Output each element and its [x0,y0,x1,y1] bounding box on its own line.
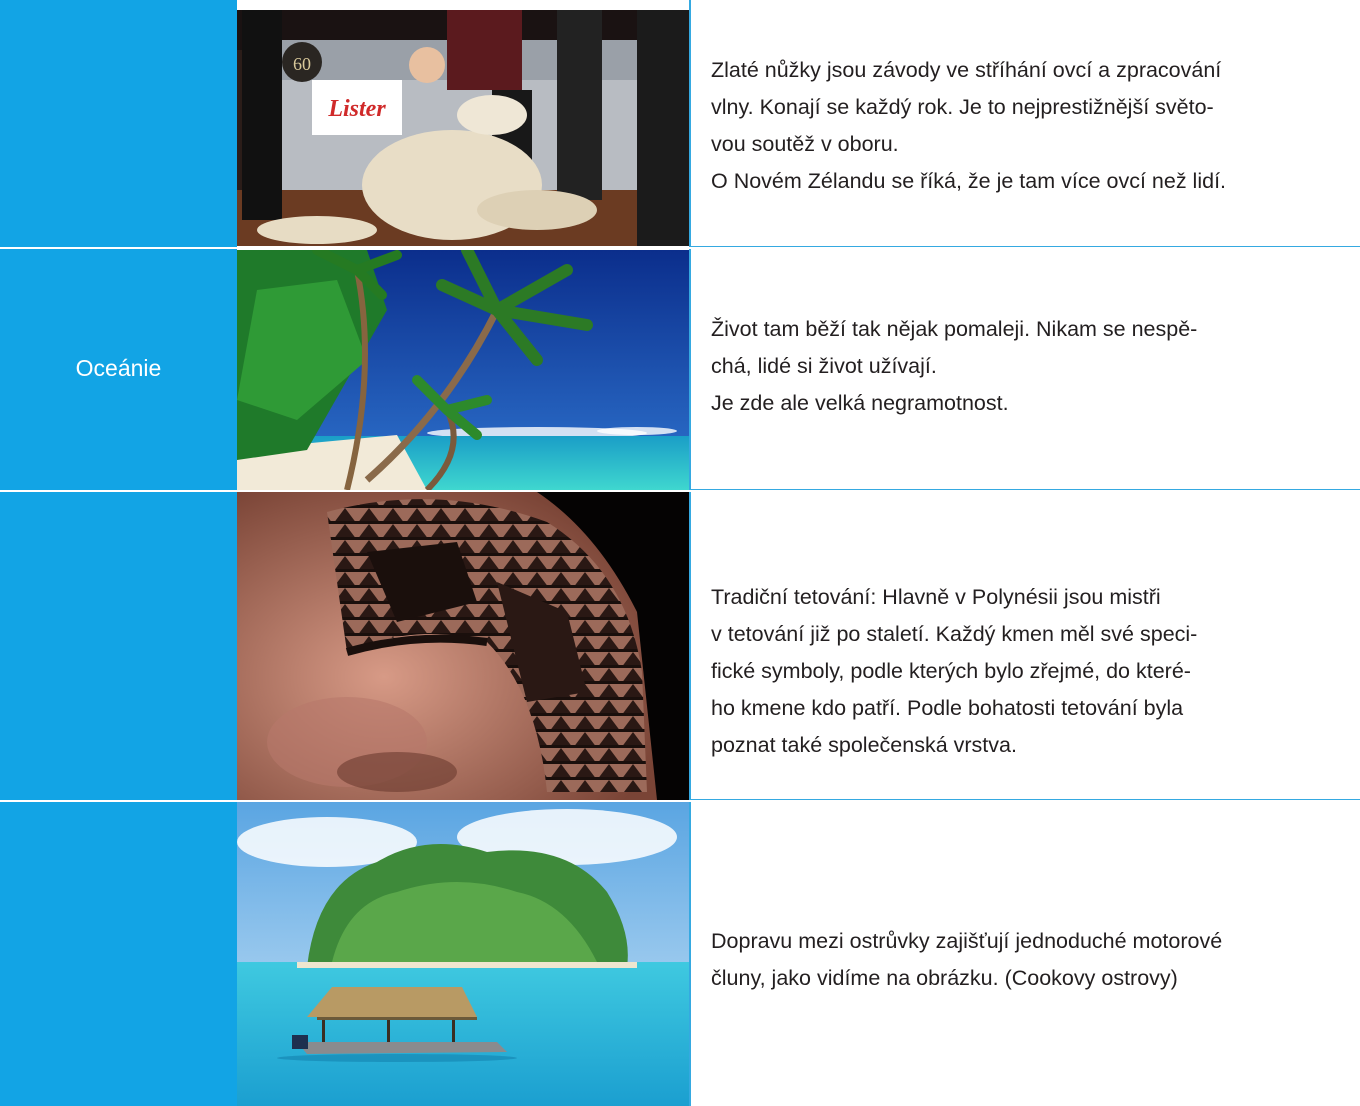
text-line: Dopravu mezi ostrůvky zajišťují jednoduc… [711,929,1223,953]
text-cell-island-boat: Dopravu mezi ostrůvky zajišťují jednoduc… [711,923,1351,997]
tattoo-photo [237,492,689,800]
text-line: O Novém Zélandu se říká, že je tam více … [711,169,1227,193]
text-cell-sheep-shearing: Zlaté nůžky jsou závody ve stříhání ovcí… [711,52,1351,200]
sign-text: Lister [327,96,386,122]
row-gap [0,800,1360,802]
palm-beach-photo [237,250,689,490]
text-line: vou soutěž v oboru. [711,132,899,156]
text-cell-tattoo: Tradiční tetování: Hlavně v Polynésii js… [711,579,1351,764]
text-cell-palm-beach: Život tam běží tak nějak pomaleji. Nikam… [711,311,1351,422]
row-gap [0,247,1360,249]
region-column [0,0,237,1106]
sheep-shearing-photo: Lister 60 [237,10,689,246]
text-line: chá, lidé si život užívají. [711,354,937,378]
region-label: Oceánie [75,355,162,381]
text-line: Zlaté nůžky jsou závody ve stříhání ovcí… [711,58,1222,82]
oceania-table: Oceánie Lister 60 Zlaté nůžky jsou závod… [0,0,1360,1106]
text-line: Život tam běží tak nějak pomaleji. Nikam… [711,317,1198,341]
island-boat-photo [237,802,689,1106]
text-line: Je zde ale velká negramotnost. [711,391,1009,415]
text-line: ho kmene kdo patří. Podle bohatosti teto… [711,696,1184,720]
text-line: poznat také společenská vrstva. [711,733,1017,757]
badge-text: 60 [293,54,311,74]
text-line: v tetování již po staletí. Každý kmen mě… [711,622,1198,646]
row-gap [0,490,1360,492]
text-line: čluny, jako vidíme na obrázku. (Cookovy … [711,966,1178,990]
text-line: Tradiční tetování: Hlavně v Polynésii js… [711,585,1161,609]
text-line: vlny. Konají se každý rok. Je to nejpres… [711,95,1214,119]
column-divider [689,0,691,1106]
text-line: fické symboly, podle kterých bylo zřejmé… [711,659,1191,683]
